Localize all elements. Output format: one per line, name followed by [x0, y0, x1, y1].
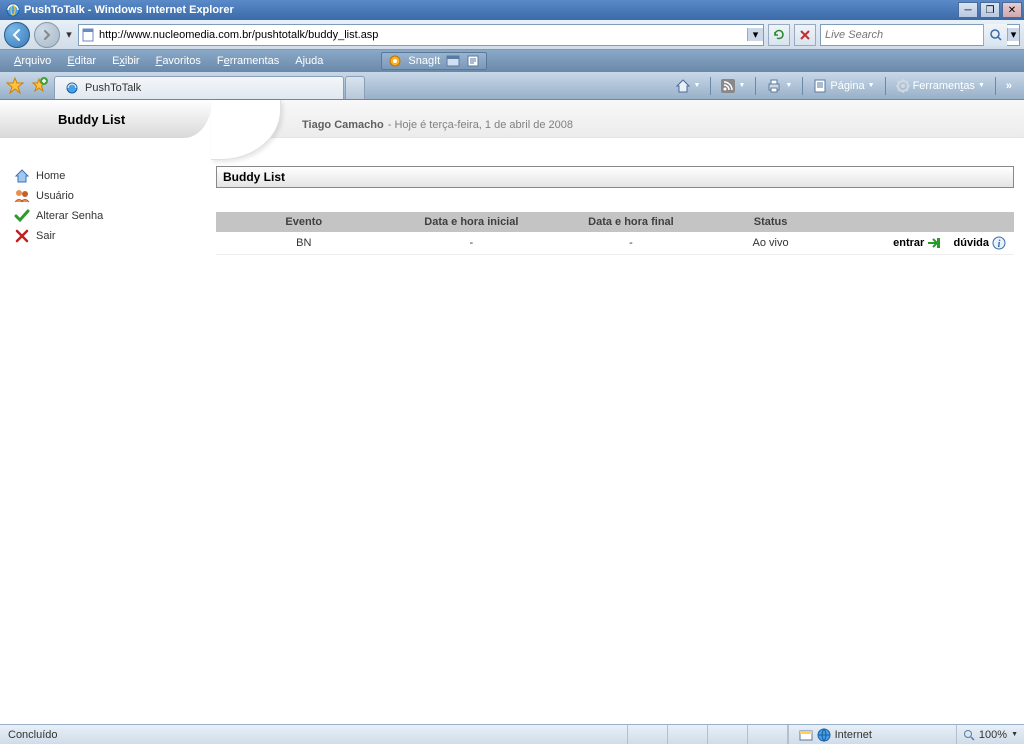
tab-title: PushToTalk — [85, 82, 141, 94]
exit-icon — [14, 228, 30, 244]
nav-history-dropdown[interactable]: ▾ — [64, 28, 74, 41]
snagit-edit-icon[interactable] — [466, 54, 480, 68]
status-pane-1 — [628, 725, 668, 744]
cell-status: Ao vivo — [711, 232, 831, 255]
sidebar-item-label: Sair — [36, 230, 56, 242]
sidebar-item-home[interactable]: Home — [14, 166, 212, 186]
search-input[interactable] — [821, 27, 983, 43]
entrar-link[interactable]: entrar — [893, 237, 941, 249]
duvida-link[interactable]: dúvida i — [954, 236, 1006, 250]
page-menu[interactable]: Página▼ — [809, 77, 878, 95]
col-status: Status — [711, 212, 831, 232]
enter-arrow-icon — [927, 237, 941, 249]
status-pane-3 — [708, 725, 748, 744]
snagit-window-icon[interactable] — [446, 54, 460, 68]
globe-icon — [817, 728, 831, 742]
security-zone[interactable]: Internet — [788, 725, 956, 744]
maximize-button[interactable]: ❐ — [980, 2, 1000, 18]
page-menu-label: Página — [830, 80, 864, 92]
forward-button[interactable] — [34, 22, 60, 48]
search-bar: ▾ — [820, 24, 1020, 46]
cell-inicio: - — [392, 232, 552, 255]
status-bar: Concluído Internet 100% ▼ — [0, 724, 1024, 744]
chevron-expand[interactable]: » — [1002, 78, 1016, 94]
command-bar: ▼ ▼ ▼ Página▼ Ferramentas▼ » — [663, 72, 1024, 99]
menu-favoritos[interactable]: Favoritos — [148, 52, 209, 70]
tools-menu[interactable]: Ferramentas▼ — [892, 77, 989, 95]
date-text: - Hoje é terça-feira, 1 de abril de 2008 — [388, 119, 573, 131]
tab-strip: PushToTalk ▼ ▼ ▼ Página▼ Ferramentas▼ » — [0, 72, 1024, 100]
search-dropdown[interactable]: ▾ — [1007, 28, 1019, 41]
address-input[interactable] — [97, 27, 747, 43]
page-content: Buddy List Home Usuário Alterar Senha Sa… — [0, 100, 1024, 724]
menu-bar: Arquivo Editar Exibir Favoritos Ferramen… — [0, 50, 1024, 72]
address-bar: ▾ — [78, 24, 764, 46]
page-icon — [79, 28, 97, 42]
col-evento: Evento — [216, 212, 392, 232]
col-fim: Data e hora final — [551, 212, 711, 232]
info-icon: i — [992, 236, 1006, 250]
sidebar-item-label: Home — [36, 170, 65, 182]
ie-logo-icon — [5, 2, 21, 18]
add-favorite-icon[interactable] — [30, 77, 48, 95]
status-text: Concluído — [0, 725, 628, 744]
stop-button[interactable] — [794, 24, 816, 46]
tab-page-icon — [65, 81, 79, 95]
refresh-button[interactable] — [768, 24, 790, 46]
main-area: Tiago Camacho - Hoje é terça-feira, 1 de… — [212, 100, 1024, 724]
status-pane-4 — [748, 725, 788, 744]
sidebar-item-sair[interactable]: Sair — [14, 226, 212, 246]
favorites-star-icon[interactable] — [6, 77, 24, 95]
cell-evento: BN — [216, 232, 392, 255]
search-button[interactable] — [983, 24, 1007, 46]
snagit-toolbar[interactable]: SnagIt — [381, 52, 487, 70]
home-icon — [14, 168, 30, 184]
window-title: PushToTalk - Windows Internet Explorer — [24, 4, 956, 16]
new-tab-button[interactable] — [345, 76, 365, 99]
close-button[interactable]: ✕ — [1002, 2, 1022, 18]
page-header: Tiago Camacho - Hoje é terça-feira, 1 de… — [212, 100, 1024, 138]
back-button[interactable] — [4, 22, 30, 48]
menu-ajuda[interactable]: Ajuda — [287, 52, 331, 70]
sidebar-item-label: Usuário — [36, 190, 74, 202]
snagit-icon — [388, 54, 402, 68]
panel-title: Buddy List — [216, 166, 1014, 188]
table-row: BN - - Ao vivo entrar dúvida i — [216, 232, 1014, 255]
sidebar-item-label: Alterar Senha — [36, 210, 103, 222]
buddy-table: Evento Data e hora inicial Data e hora f… — [216, 212, 1014, 255]
address-dropdown[interactable]: ▾ — [747, 28, 763, 41]
users-icon — [14, 188, 30, 204]
minimize-button[interactable]: ─ — [958, 2, 978, 18]
user-name: Tiago Camacho — [302, 119, 384, 131]
popup-blocked-icon — [799, 728, 813, 742]
entrar-label: entrar — [893, 237, 924, 249]
tools-menu-label: Ferramentas — [913, 80, 975, 92]
sidebar-header: Buddy List — [0, 100, 212, 138]
menu-editar[interactable]: Editar — [59, 52, 104, 70]
print-button[interactable]: ▼ — [762, 76, 796, 96]
menu-exibir[interactable]: Exibir — [104, 52, 148, 70]
zoom-control[interactable]: 100% ▼ — [956, 725, 1024, 744]
window-titlebar: PushToTalk - Windows Internet Explorer ─… — [0, 0, 1024, 20]
zoom-label: 100% — [979, 729, 1007, 741]
zoom-icon — [963, 729, 975, 741]
svg-text:i: i — [998, 239, 1001, 250]
cell-fim: - — [551, 232, 711, 255]
sidebar-item-senha[interactable]: Alterar Senha — [14, 206, 212, 226]
browser-tab[interactable]: PushToTalk — [54, 76, 344, 99]
zone-label: Internet — [835, 729, 872, 741]
menu-ferramentas[interactable]: Ferramentas — [209, 52, 287, 70]
status-pane-2 — [668, 725, 708, 744]
sidebar-item-usuario[interactable]: Usuário — [14, 186, 212, 206]
menu-arquivo[interactable]: Arquivo — [6, 52, 59, 70]
snagit-label: SnagIt — [408, 55, 440, 67]
sidebar: Buddy List Home Usuário Alterar Senha Sa… — [0, 100, 212, 724]
feeds-button[interactable]: ▼ — [717, 77, 749, 95]
check-icon — [14, 208, 30, 224]
duvida-label: dúvida — [954, 237, 989, 249]
table-header-row: Evento Data e hora inicial Data e hora f… — [216, 212, 1014, 232]
home-button[interactable]: ▼ — [671, 76, 705, 96]
col-inicio: Data e hora inicial — [392, 212, 552, 232]
nav-toolbar: ▾ ▾ ▾ — [0, 20, 1024, 50]
